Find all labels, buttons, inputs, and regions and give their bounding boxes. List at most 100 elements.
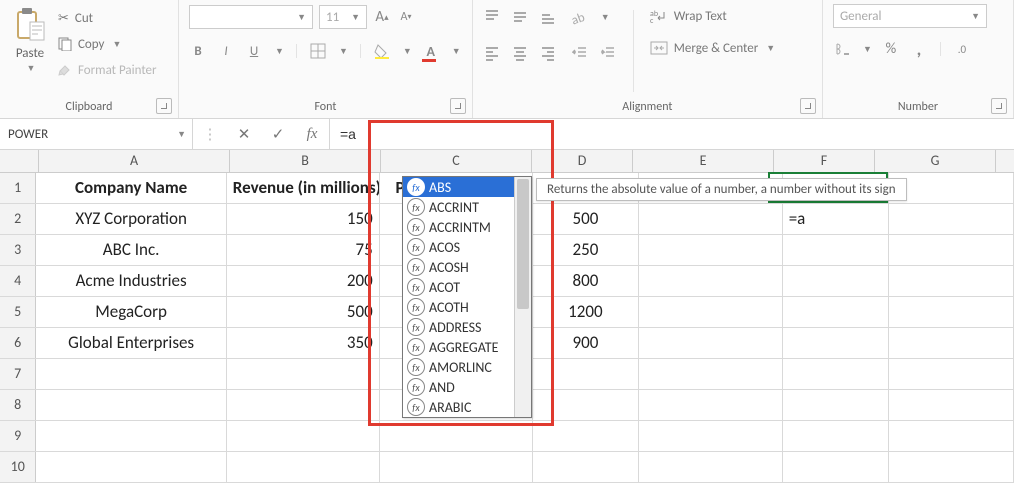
cell[interactable]: [639, 421, 783, 451]
comma-button[interactable]: ,: [910, 38, 928, 60]
cell[interactable]: [380, 452, 533, 482]
cut-button[interactable]: ✂ Cut: [58, 6, 157, 30]
formula-expand-button[interactable]: ⋮: [193, 125, 227, 144]
column-header[interactable]: F: [774, 150, 875, 172]
column-header[interactable]: G: [875, 150, 996, 172]
cell[interactable]: [639, 390, 783, 420]
cell[interactable]: 900: [533, 328, 639, 358]
cell[interactable]: [639, 266, 783, 296]
cell[interactable]: XYZ Corporation: [36, 204, 226, 234]
fill-color-button[interactable]: [373, 43, 391, 59]
select-all-corner[interactable]: [0, 150, 39, 172]
align-bottom-icon[interactable]: [539, 9, 557, 25]
decrease-font-icon[interactable]: A▾: [397, 10, 415, 24]
dialog-launcher-clipboard[interactable]: [156, 98, 172, 114]
increase-font-icon[interactable]: A▴: [373, 8, 391, 26]
cell[interactable]: [36, 452, 226, 482]
cell[interactable]: [533, 452, 639, 482]
row-header[interactable]: 6: [0, 328, 36, 358]
cell[interactable]: [36, 390, 226, 420]
cell[interactable]: [889, 390, 1014, 420]
cell[interactable]: [533, 359, 639, 389]
row-header[interactable]: 1: [0, 173, 36, 203]
column-header[interactable]: E: [633, 150, 774, 172]
cell[interactable]: [889, 204, 1014, 234]
cell[interactable]: [783, 266, 889, 296]
cell[interactable]: [227, 452, 380, 482]
cell[interactable]: 1200: [533, 297, 639, 327]
cell[interactable]: [36, 359, 226, 389]
align-center-icon[interactable]: [511, 45, 529, 61]
dialog-launcher-number[interactable]: [991, 98, 1007, 114]
dialog-launcher-font[interactable]: [450, 98, 466, 114]
cell[interactable]: [889, 235, 1014, 265]
column-header[interactable]: A: [39, 150, 230, 172]
cell[interactable]: Revenue (in millions): [227, 173, 380, 203]
autocomplete-item[interactable]: fxADDRESS: [403, 317, 531, 337]
cell[interactable]: [227, 359, 380, 389]
cancel-formula-button[interactable]: ✕: [227, 125, 261, 144]
row-header[interactable]: 5: [0, 297, 36, 327]
cell[interactable]: [783, 297, 889, 327]
wrap-text-button[interactable]: abc Wrap Text: [650, 4, 775, 28]
autocomplete-item[interactable]: fxACCRINTM: [403, 217, 531, 237]
row-header[interactable]: 2: [0, 204, 36, 234]
cell[interactable]: ABC Inc.: [36, 235, 226, 265]
column-header[interactable]: C: [381, 150, 532, 172]
enter-formula-button[interactable]: ✓: [261, 125, 295, 144]
dialog-launcher-alignment[interactable]: [800, 98, 816, 114]
cell[interactable]: [639, 359, 783, 389]
align-left-icon[interactable]: [483, 45, 501, 61]
align-middle-icon[interactable]: [511, 9, 529, 25]
font-size-combo[interactable]: 11▼: [319, 5, 367, 29]
autocomplete-item[interactable]: fxAND: [403, 377, 531, 397]
autocomplete-item[interactable]: fxACOTH: [403, 297, 531, 317]
autocomplete-item[interactable]: fxAGGREGATE: [403, 337, 531, 357]
cell[interactable]: [783, 235, 889, 265]
align-right-icon[interactable]: [539, 45, 557, 61]
increase-indent-icon[interactable]: [599, 45, 617, 61]
cell[interactable]: [783, 390, 889, 420]
cell[interactable]: [783, 421, 889, 451]
cell[interactable]: [889, 359, 1014, 389]
font-name-combo[interactable]: ▼: [189, 5, 313, 29]
cell[interactable]: Acme Industries: [36, 266, 226, 296]
row-header[interactable]: 9: [0, 421, 36, 451]
row-header[interactable]: 8: [0, 390, 36, 420]
autocomplete-item[interactable]: fxABS: [403, 177, 531, 197]
cell[interactable]: [639, 204, 783, 234]
cell[interactable]: [380, 421, 533, 451]
cell[interactable]: [533, 421, 639, 451]
cell[interactable]: [227, 390, 380, 420]
cell[interactable]: MegaCorp: [36, 297, 226, 327]
cell[interactable]: 150: [227, 204, 380, 234]
copy-button[interactable]: Copy ▼: [58, 32, 157, 56]
cell[interactable]: [783, 452, 889, 482]
scrollbar-thumb[interactable]: [517, 179, 529, 309]
cell[interactable]: 350: [227, 328, 380, 358]
cell[interactable]: Company Name: [36, 173, 226, 203]
autocomplete-item[interactable]: fxACCRINT: [403, 197, 531, 217]
decrease-indent-icon[interactable]: [571, 45, 589, 61]
cell[interactable]: 500: [533, 204, 639, 234]
name-box[interactable]: POWER ▼: [0, 119, 193, 149]
formula-input[interactable]: [338, 125, 1006, 143]
cell[interactable]: [889, 173, 1014, 203]
percent-button[interactable]: %: [882, 40, 900, 58]
cell[interactable]: Global Enterprises: [36, 328, 226, 358]
cell[interactable]: [889, 328, 1014, 358]
font-color-button[interactable]: A: [422, 43, 440, 60]
increase-decimal-button[interactable]: .0: [953, 43, 971, 56]
cell[interactable]: [783, 359, 889, 389]
autocomplete-item[interactable]: fxAMORLINC: [403, 357, 531, 377]
autocomplete-item[interactable]: fxACOS: [403, 237, 531, 257]
insert-function-button[interactable]: fx: [295, 126, 329, 143]
bold-button[interactable]: B: [189, 44, 207, 59]
borders-button[interactable]: [309, 43, 327, 59]
cell[interactable]: =a: [783, 204, 889, 234]
cell[interactable]: 200: [227, 266, 380, 296]
row-header[interactable]: 10: [0, 452, 36, 482]
italic-button[interactable]: I: [217, 44, 235, 59]
accounting-format-button[interactable]: [833, 42, 851, 56]
format-painter-button[interactable]: Format Painter: [58, 58, 157, 82]
